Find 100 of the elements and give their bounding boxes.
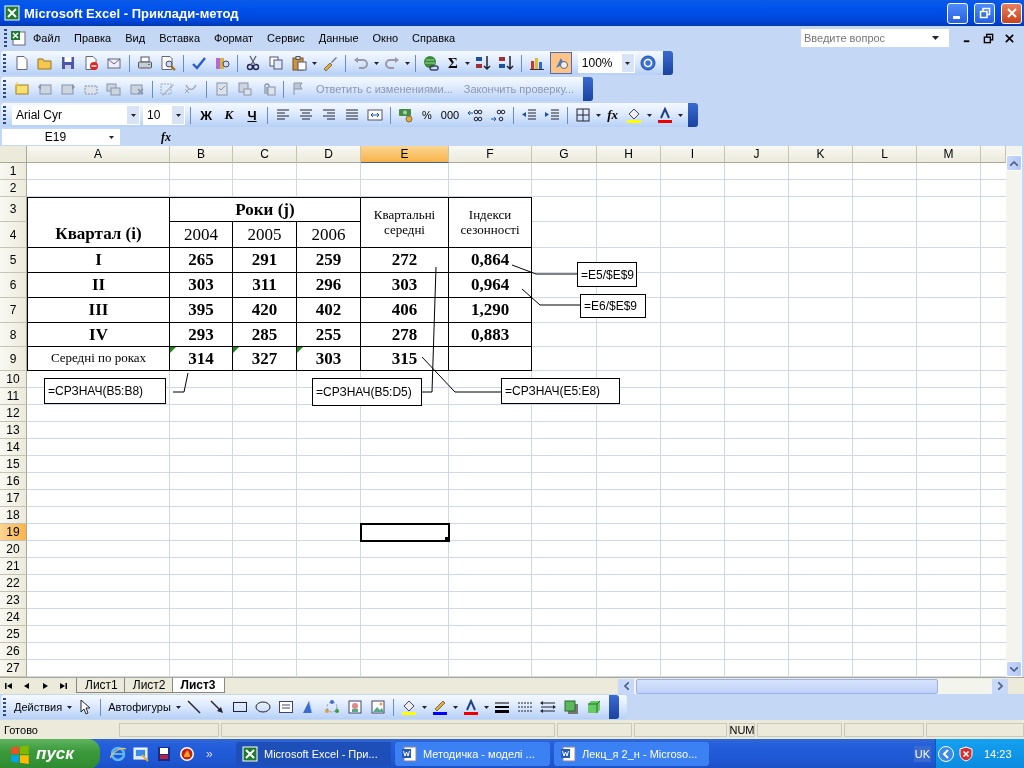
insert-function-button[interactable]: fx xyxy=(158,129,174,145)
font-style-button[interactable]: Ч xyxy=(242,107,262,123)
toolbar-grip[interactable] xyxy=(3,80,6,98)
quick-launch-more[interactable]: » xyxy=(206,747,213,761)
scroll-down-button[interactable] xyxy=(1006,661,1022,677)
caret-icon[interactable] xyxy=(625,61,631,65)
row-header[interactable]: 12 xyxy=(0,405,27,422)
caret-icon[interactable] xyxy=(596,113,602,117)
previous-sheet-icon[interactable] xyxy=(23,682,31,690)
envelope-icon[interactable] xyxy=(106,55,122,71)
increase-indent-icon[interactable] xyxy=(544,107,561,123)
picture-insert-icon[interactable] xyxy=(369,699,386,715)
print-preview-icon[interactable] xyxy=(160,55,176,71)
chevron-right-icon[interactable] xyxy=(997,682,1003,690)
browser-icon[interactable] xyxy=(110,746,126,762)
draw-actions-menu[interactable]: Действия xyxy=(12,701,65,713)
menu-item[interactable]: Вставка xyxy=(152,30,207,46)
active-cell-frame[interactable] xyxy=(360,523,450,542)
copy-icon[interactable] xyxy=(268,55,284,71)
fill-color-icon[interactable] xyxy=(400,699,417,715)
taskbar-button[interactable]: Microsoft Excel - При... xyxy=(236,742,391,766)
sheet-tab[interactable]: Лист2 xyxy=(123,678,175,693)
row-header[interactable]: 6 xyxy=(0,273,27,298)
flame-circle-icon[interactable] xyxy=(179,746,195,762)
autoshapes-menu[interactable]: Автофигуры xyxy=(106,701,173,713)
caret-icon[interactable] xyxy=(175,705,181,709)
rectangle-icon[interactable] xyxy=(231,699,248,715)
font-dropdown[interactable]: Arial Cyr xyxy=(12,105,140,125)
last-sheet-icon[interactable] xyxy=(59,682,67,690)
row-header[interactable]: 14 xyxy=(0,439,27,456)
chevron-left-icon[interactable] xyxy=(623,682,629,690)
column-header[interactable]: A xyxy=(27,146,170,163)
next-sheet-icon[interactable] xyxy=(41,682,49,690)
sheet-tab[interactable]: Лист1 xyxy=(76,678,127,693)
line-color-icon[interactable] xyxy=(431,699,448,715)
horizontal-scrollbar[interactable] xyxy=(618,678,1008,694)
caret-icon[interactable] xyxy=(483,705,489,709)
new-document-icon[interactable] xyxy=(14,55,30,71)
text-box-icon[interactable] xyxy=(277,699,294,715)
font-color-icon[interactable] xyxy=(462,699,479,715)
menu-item[interactable]: Правка xyxy=(67,30,119,46)
row-header[interactable]: 10 xyxy=(0,371,27,388)
row-header[interactable]: 1 xyxy=(0,163,27,180)
caret-icon[interactable] xyxy=(678,113,683,117)
font-color-icon[interactable] xyxy=(657,107,673,123)
minimize-button[interactable] xyxy=(947,2,968,24)
restore-icon[interactable] xyxy=(983,32,994,44)
line-style-icon[interactable] xyxy=(493,699,510,715)
previous-comment-icon[interactable] xyxy=(37,81,53,97)
column-header[interactable]: L xyxy=(853,146,917,163)
caret-icon[interactable] xyxy=(312,61,317,65)
media-icon[interactable] xyxy=(156,746,172,762)
caret-icon[interactable] xyxy=(452,705,458,709)
restricted-document-icon[interactable] xyxy=(83,55,99,71)
decrease-decimal-icon[interactable] xyxy=(490,107,507,123)
menu-item[interactable]: Сервис xyxy=(260,30,312,46)
printer-icon[interactable] xyxy=(137,55,153,71)
row-header[interactable]: 11 xyxy=(0,388,27,405)
toolbar-options-button[interactable] xyxy=(608,695,619,719)
align-left-icon[interactable] xyxy=(275,107,291,123)
menu-item[interactable]: Вид xyxy=(118,30,153,46)
toolbar-grip[interactable] xyxy=(3,106,6,124)
books-icon[interactable] xyxy=(214,55,230,71)
insert-function-button[interactable]: fx xyxy=(604,107,621,123)
spelling-check-icon[interactable] xyxy=(191,55,207,71)
clip-art-icon[interactable] xyxy=(346,699,363,715)
column-header[interactable]: G xyxy=(532,146,597,163)
align-center-icon[interactable] xyxy=(298,107,314,123)
sort-descending-icon[interactable] xyxy=(497,55,514,71)
caret-icon[interactable] xyxy=(175,113,181,117)
taskbar-button[interactable]: Лекц_я 2_н - Microso... xyxy=(554,742,709,766)
row-header[interactable]: 13 xyxy=(0,422,27,439)
toolbar-grip[interactable] xyxy=(3,54,6,72)
caret-icon[interactable] xyxy=(647,113,652,117)
dash-style-icon[interactable] xyxy=(516,699,533,715)
help-icon[interactable] xyxy=(639,55,656,71)
caret-icon[interactable] xyxy=(464,61,470,65)
language-indicator[interactable]: UK xyxy=(913,746,931,762)
taskbar-button[interactable]: Методичка - моделі ... xyxy=(395,742,550,766)
caret-icon[interactable] xyxy=(67,705,73,709)
workbook-icon[interactable] xyxy=(10,30,26,46)
toolbar-grip[interactable] xyxy=(4,29,7,47)
error-indicator-icon[interactable] xyxy=(297,347,303,353)
font-style-button[interactable]: Ж xyxy=(196,107,216,123)
scroll-up-button[interactable] xyxy=(1006,155,1022,171)
sort-ascending-icon[interactable] xyxy=(474,55,491,71)
autosum-button[interactable]: Σ xyxy=(444,54,462,72)
row-header[interactable]: 17 xyxy=(0,490,27,507)
close-icon[interactable] xyxy=(1004,32,1015,44)
merge-center-icon[interactable] xyxy=(367,107,383,123)
paste-icon[interactable] xyxy=(291,55,307,71)
delete-comment-icon[interactable] xyxy=(129,81,145,97)
column-header[interactable]: B xyxy=(170,146,233,163)
row-header[interactable]: 20 xyxy=(0,541,27,558)
font-style-button[interactable]: К xyxy=(219,107,239,123)
column-header[interactable]: H xyxy=(597,146,661,163)
justify-icon[interactable] xyxy=(344,107,360,123)
error-indicator-icon[interactable] xyxy=(233,347,239,353)
caret-icon[interactable] xyxy=(130,113,136,117)
toolbar-options-button[interactable] xyxy=(662,51,673,75)
